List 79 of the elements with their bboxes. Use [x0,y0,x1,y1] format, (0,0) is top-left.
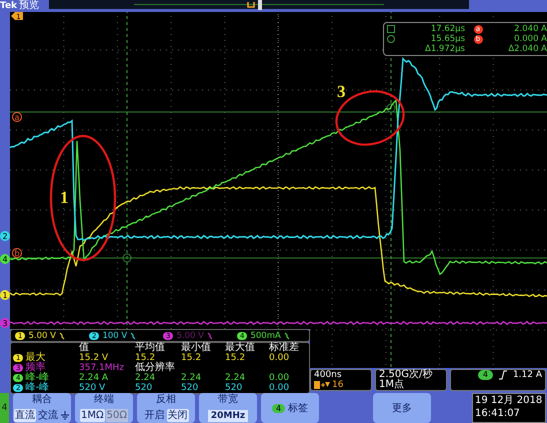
cursor-time: 15.65µs [430,34,465,44]
trigger-marker-icon [247,1,256,9]
trigger-panel[interactable]: 4 1.12 A [450,369,546,391]
menu-button[interactable]: 耦合 直流 交流 [13,393,71,423]
rising-edge-icon [498,370,507,380]
option-toggle[interactable]: 关闭 [166,409,188,422]
menu-title: 终端 [94,394,114,405]
cursor-time: 17.62µs [430,24,465,34]
channel-marker[interactable]: b [12,248,22,258]
cursor-line[interactable] [390,12,392,368]
bandwidth-limit-icon [206,332,213,340]
measurement-name: 峰-峰 [25,373,50,383]
table-cell-text: 520 V [79,383,106,393]
table-cell-text: 15.2 [135,353,156,363]
mode-label: 预览 [19,0,40,12]
ground-icon[interactable] [60,411,70,420]
table-cell-text: 357.1MHz [79,363,126,373]
option-toggle[interactable]: 1MΩ [80,409,105,422]
annotation-number: 1 [60,188,68,207]
menu-title: 带宽 [218,394,238,405]
table-cell-text: 0.00 [269,373,290,383]
menu-value: 20MHz [208,410,248,422]
label-button[interactable]: 4 标签 [261,393,319,423]
cursor-point-icon [386,104,396,112]
channel-tab[interactable]: 4 [0,393,9,423]
brand-label: Tek [0,1,18,11]
more-button[interactable]: 更多 [373,393,431,423]
sample-rate: 2.50G次/秒 [379,370,434,380]
cursor-point-icon [122,254,132,262]
column-header: 最大值 [225,343,256,353]
table-cell-text: 15.2 [225,353,246,363]
table-cell-text: 520 [181,383,200,393]
square-cursor-icon [387,25,395,33]
annotation-number: 3 [337,82,346,101]
horizontal-scale: 400ns [314,370,343,380]
option-toggle[interactable]: 开启 [144,409,166,422]
horizontal-position: 16 [332,380,344,390]
measurement-name: 频率 [25,363,46,373]
option-toggle[interactable]: 直流 [14,409,36,422]
cursor-value: 2.040 A [513,24,547,34]
trigger-level: 1.12 A [512,370,542,380]
table-cell-text: 520 [135,383,154,393]
table-cell-text: 520 [225,383,244,393]
bandwidth-limit-icon [284,332,290,340]
record-length: 1M点 [379,380,405,390]
bandwidth-limit-icon [130,332,136,340]
measurement-name: 峰-峰 [25,383,50,393]
option-toggle[interactable]: 交流 [37,409,59,422]
table-cell-text: 2.24 A [79,373,110,383]
column-header: 最小值 [181,343,212,353]
menu-title: 耦合 [32,394,52,405]
column-header: 平均值 [135,343,166,353]
table-cell-text: 0.00 [269,383,290,393]
bandwidth-limit-icon [58,332,65,340]
menu-button[interactable]: 带宽 20MHz [199,393,257,423]
cursor-time: Δ1.972µs [424,44,465,54]
view-handle-icon[interactable] [257,0,264,10]
date-label: 19 12月 2018 [475,394,544,407]
table-cell-text: 2.24 [225,373,246,383]
table-cell-text: 0.00 [269,353,290,363]
cursor-value: Δ2.040 A [507,44,547,54]
menu-button[interactable]: 反相 开启 关闭 [137,393,195,423]
acquisition-panel[interactable]: 2.50G次/秒 1M点 [375,369,447,391]
cursor-value: 0.000 A [513,34,547,44]
menu-title: 反相 [156,394,176,405]
time-label: 16:41:07 [475,407,521,420]
trigger-position-icon [314,381,330,389]
table-cell-text: 2.24 [181,373,202,383]
table-cell-text: 15.2 V [79,353,110,363]
column-header: 值 [79,343,90,353]
trigger-source: 4 [478,370,493,380]
table-cell-text: 2.24 [135,373,156,383]
measurement-name: 最大 [25,353,46,363]
channel-marker[interactable]: a [12,112,22,122]
table-cell-text: 15.2 [181,353,202,363]
circle-cursor-icon [387,35,395,43]
horizontal-panel[interactable]: 400ns 16 [310,369,372,391]
column-header: 标准差 [269,343,300,353]
table-note: 低分辨率 [135,363,175,373]
